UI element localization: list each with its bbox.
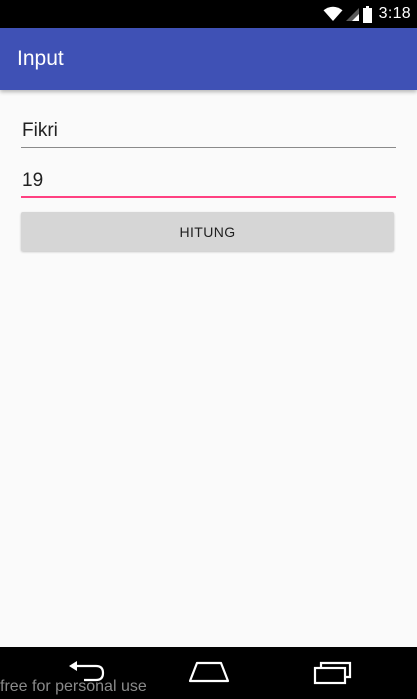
signal-icon [345,6,360,22]
app-bar: Input [0,28,417,90]
recent-apps-icon[interactable] [311,659,353,690]
name-field[interactable]: Fikri [21,108,396,148]
watermark-text: free for personal use [0,678,147,695]
status-bar: 3:18 [0,0,417,28]
main-content: Fikri 19 HITUNG [0,90,417,647]
age-field[interactable]: 19 [21,158,396,198]
wifi-icon [323,6,343,22]
status-time: 3:18 [378,5,411,22]
battery-icon [362,5,372,23]
page-title: Input [17,47,64,70]
hitung-button[interactable]: HITUNG [21,212,394,251]
home-icon[interactable] [187,659,231,690]
